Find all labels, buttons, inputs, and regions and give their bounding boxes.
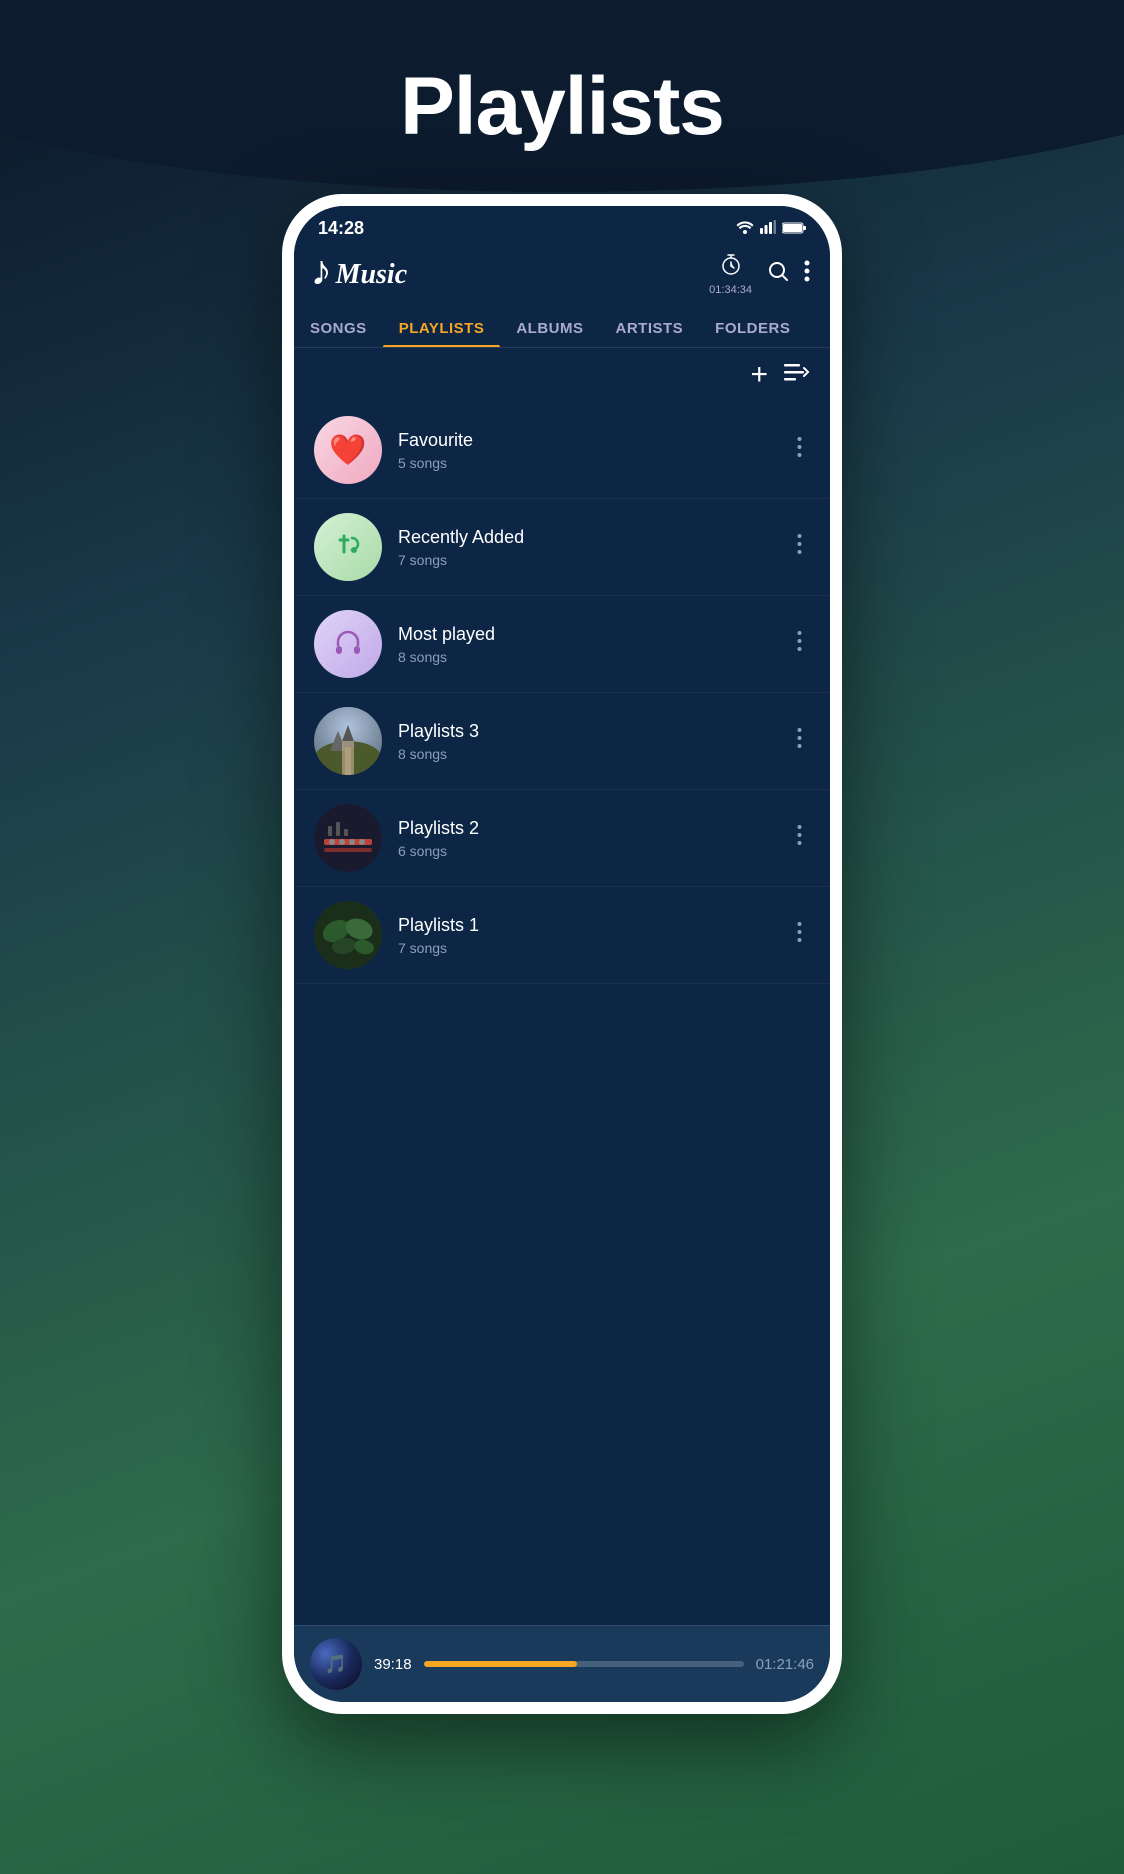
playlist-list: ❤️ Favourite 5 songs: [294, 402, 830, 1625]
music-add-icon: [332, 528, 364, 567]
heart-icon: ❤️: [329, 433, 366, 468]
now-playing-total-time: 01:21:46: [756, 1656, 814, 1673]
playlist-more-most[interactable]: [789, 622, 810, 666]
playlist-thumb-favourite: ❤️: [314, 416, 382, 484]
playlist-info-3: Playlists 3 8 songs: [398, 721, 789, 762]
app-logo: 𝅘𝅥𝅮 Music: [314, 259, 407, 291]
tab-songs[interactable]: SONGS: [294, 310, 383, 347]
playlist-thumb-2: [314, 804, 382, 872]
playlist-item-recently-added[interactable]: Recently Added 7 songs: [294, 499, 830, 596]
status-time: 14:28: [318, 218, 364, 239]
playlist-thumb-1: [314, 901, 382, 969]
page-title: Playlists: [400, 60, 724, 154]
timer-icon: [719, 253, 743, 282]
playlist-name-2: Playlists 2: [398, 818, 789, 839]
progress-bar-fill: [424, 1661, 578, 1667]
sort-playlists-button[interactable]: [782, 360, 810, 391]
playlist-item-3[interactable]: Playlists 3 8 songs: [294, 693, 830, 790]
playlist-name-1: Playlists 1: [398, 915, 789, 936]
playlist-more-recently[interactable]: [789, 525, 810, 569]
progress-bar-container[interactable]: [424, 1661, 744, 1667]
battery-icon: [782, 221, 806, 237]
status-icons: [736, 220, 806, 237]
playlist-count-favourite: 5 songs: [398, 455, 789, 471]
signal-icon: [760, 220, 776, 237]
playlist-more-1[interactable]: [789, 913, 810, 957]
playlist-item-2[interactable]: Playlists 2 6 songs: [294, 790, 830, 887]
playlist-info-most: Most played 8 songs: [398, 624, 789, 665]
playlist-more-favourite[interactable]: [789, 428, 810, 472]
now-playing-thumbnail: [310, 1638, 362, 1690]
playlist-name-recently: Recently Added: [398, 527, 789, 548]
playlist-thumb-recently: [314, 513, 382, 581]
more-options-icon[interactable]: [804, 259, 810, 290]
playlist-count-recently: 7 songs: [398, 552, 789, 568]
playlist-item-most-played[interactable]: Most played 8 songs: [294, 596, 830, 693]
tab-albums[interactable]: ALBUMS: [500, 310, 599, 347]
playlist-info-favourite: Favourite 5 songs: [398, 430, 789, 471]
playlist-count-1: 7 songs: [398, 940, 789, 956]
playlist-info-1: Playlists 1 7 songs: [398, 915, 789, 956]
playlist-item-favourite[interactable]: ❤️ Favourite 5 songs: [294, 402, 830, 499]
playlist-name-favourite: Favourite: [398, 430, 789, 451]
playlist-count-2: 6 songs: [398, 843, 789, 859]
playlist-item-1[interactable]: Playlists 1 7 songs: [294, 887, 830, 984]
now-playing-current-time: 39:18: [374, 1656, 412, 1673]
playlist-info-2: Playlists 2 6 songs: [398, 818, 789, 859]
playlist-info-recently: Recently Added 7 songs: [398, 527, 789, 568]
phone-screen: 14:28: [294, 206, 830, 1702]
nav-tabs: SONGS PLAYLISTS ALBUMS ARTISTS FOLDERS: [294, 310, 830, 348]
playlist-count-3: 8 songs: [398, 746, 789, 762]
timer-button[interactable]: 01:34:34: [709, 253, 752, 296]
now-playing-bar[interactable]: 39:18 01:21:46: [294, 1625, 830, 1702]
playlist-name-3: Playlists 3: [398, 721, 789, 742]
header-right: 01:34:34: [709, 253, 810, 296]
playlist-more-3[interactable]: [789, 719, 810, 763]
wifi-icon: [736, 220, 754, 237]
phone-frame: 14:28: [282, 194, 842, 1714]
timer-value: 01:34:34: [709, 284, 752, 296]
search-icon[interactable]: [766, 259, 790, 290]
status-bar: 14:28: [294, 206, 830, 243]
playlist-count-most: 8 songs: [398, 649, 789, 665]
action-bar: +: [294, 348, 830, 402]
tab-artists[interactable]: ARTISTS: [600, 310, 700, 347]
playlist-thumb-3: [314, 707, 382, 775]
headphones-icon: [330, 624, 366, 665]
playlist-thumb-most: [314, 610, 382, 678]
playlist-name-most: Most played: [398, 624, 789, 645]
tab-playlists[interactable]: PLAYLISTS: [383, 310, 501, 347]
playlist-more-2[interactable]: [789, 816, 810, 860]
add-playlist-button[interactable]: +: [750, 358, 768, 392]
music-note-icon: 𝅘𝅥𝅮: [314, 259, 329, 290]
app-header: 𝅘𝅥𝅮 Music 01:34:34: [294, 243, 830, 310]
tab-folders[interactable]: FOLDERS: [699, 310, 806, 347]
